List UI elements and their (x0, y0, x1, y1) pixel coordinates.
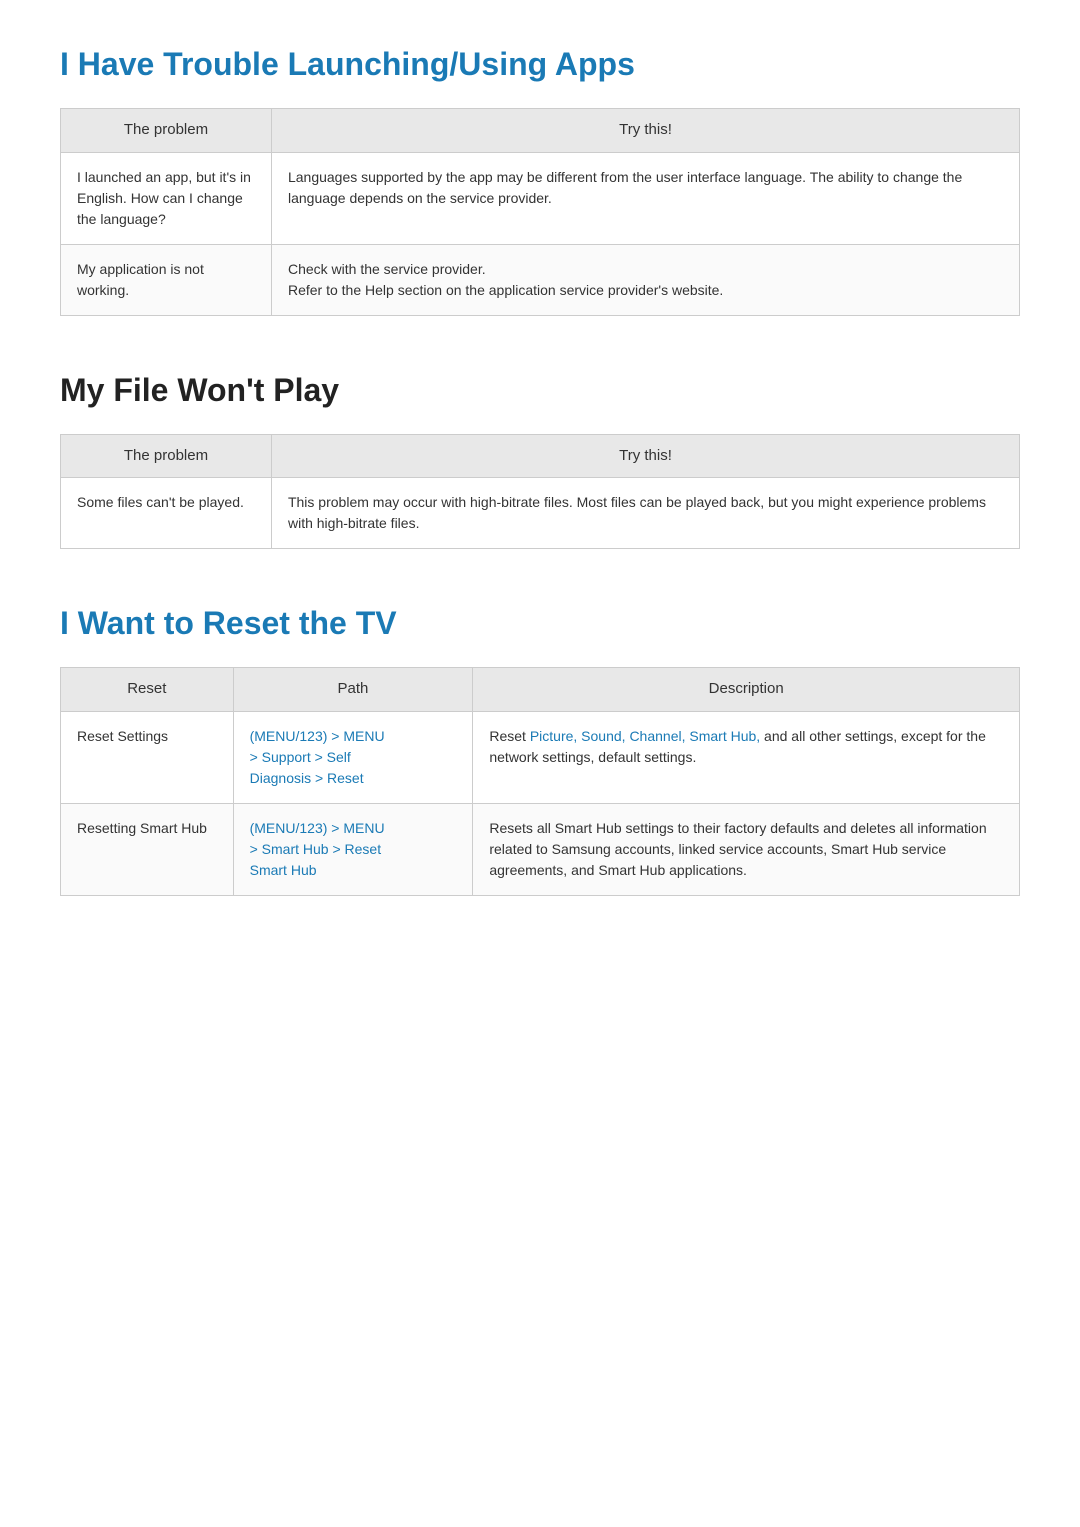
table-row: My application is not working. Check wit… (61, 244, 1020, 315)
reset-desc-2: Resets all Smart Hub settings to their f… (473, 803, 1020, 895)
reset-desc-link-1: Picture, Sound, Channel, Smart Hub, (530, 728, 760, 744)
reset-path-text-1: (MENU/123) > MENU > Support > Self Diagn… (250, 728, 385, 786)
section-apps-trouble: I Have Trouble Launching/Using Apps The … (60, 40, 1020, 316)
file-table-header-try: Try this! (271, 434, 1019, 478)
apps-problem-1: I launched an app, but it's in English. … (61, 152, 272, 244)
table-row: I launched an app, but it's in English. … (61, 152, 1020, 244)
reset-path-1: (MENU/123) > MENU > Support > Self Diagn… (233, 711, 473, 803)
reset-table-header-desc: Description (473, 668, 1020, 712)
section-file-title: My File Won't Play (60, 366, 1020, 414)
table-row: Some files can't be played. This problem… (61, 478, 1020, 549)
reset-table-header-reset: Reset (61, 668, 234, 712)
apps-trouble-table: The problem Try this! I launched an app,… (60, 108, 1020, 316)
reset-path-2: (MENU/123) > MENU > Smart Hub > Reset Sm… (233, 803, 473, 895)
file-problem-1: Some files can't be played. (61, 478, 272, 549)
apps-solution-1: Languages supported by the app may be di… (271, 152, 1019, 244)
file-solution-1: This problem may occur with high-bitrate… (271, 478, 1019, 549)
table-row: Resetting Smart Hub (MENU/123) > MENU > … (61, 803, 1020, 895)
table-row: Reset Settings (MENU/123) > MENU > Suppo… (61, 711, 1020, 803)
section-apps-title: I Have Trouble Launching/Using Apps (60, 40, 1020, 88)
reset-path-text-2: (MENU/123) > MENU > Smart Hub > Reset Sm… (250, 820, 385, 878)
reset-table-header-path: Path (233, 668, 473, 712)
section-reset-title: I Want to Reset the TV (60, 599, 1020, 647)
reset-name-2: Resetting Smart Hub (61, 803, 234, 895)
reset-name-1: Reset Settings (61, 711, 234, 803)
apps-table-header-try: Try this! (271, 109, 1019, 153)
section-reset-tv: I Want to Reset the TV Reset Path Descri… (60, 599, 1020, 896)
apps-table-header-problem: The problem (61, 109, 272, 153)
reset-desc-1: Reset Picture, Sound, Channel, Smart Hub… (473, 711, 1020, 803)
section-file-play: My File Won't Play The problem Try this!… (60, 366, 1020, 550)
apps-solution-2: Check with the service provider.Refer to… (271, 244, 1019, 315)
reset-table: Reset Path Description Reset Settings (M… (60, 667, 1020, 896)
file-play-table: The problem Try this! Some files can't b… (60, 434, 1020, 550)
apps-problem-2: My application is not working. (61, 244, 272, 315)
file-table-header-problem: The problem (61, 434, 272, 478)
